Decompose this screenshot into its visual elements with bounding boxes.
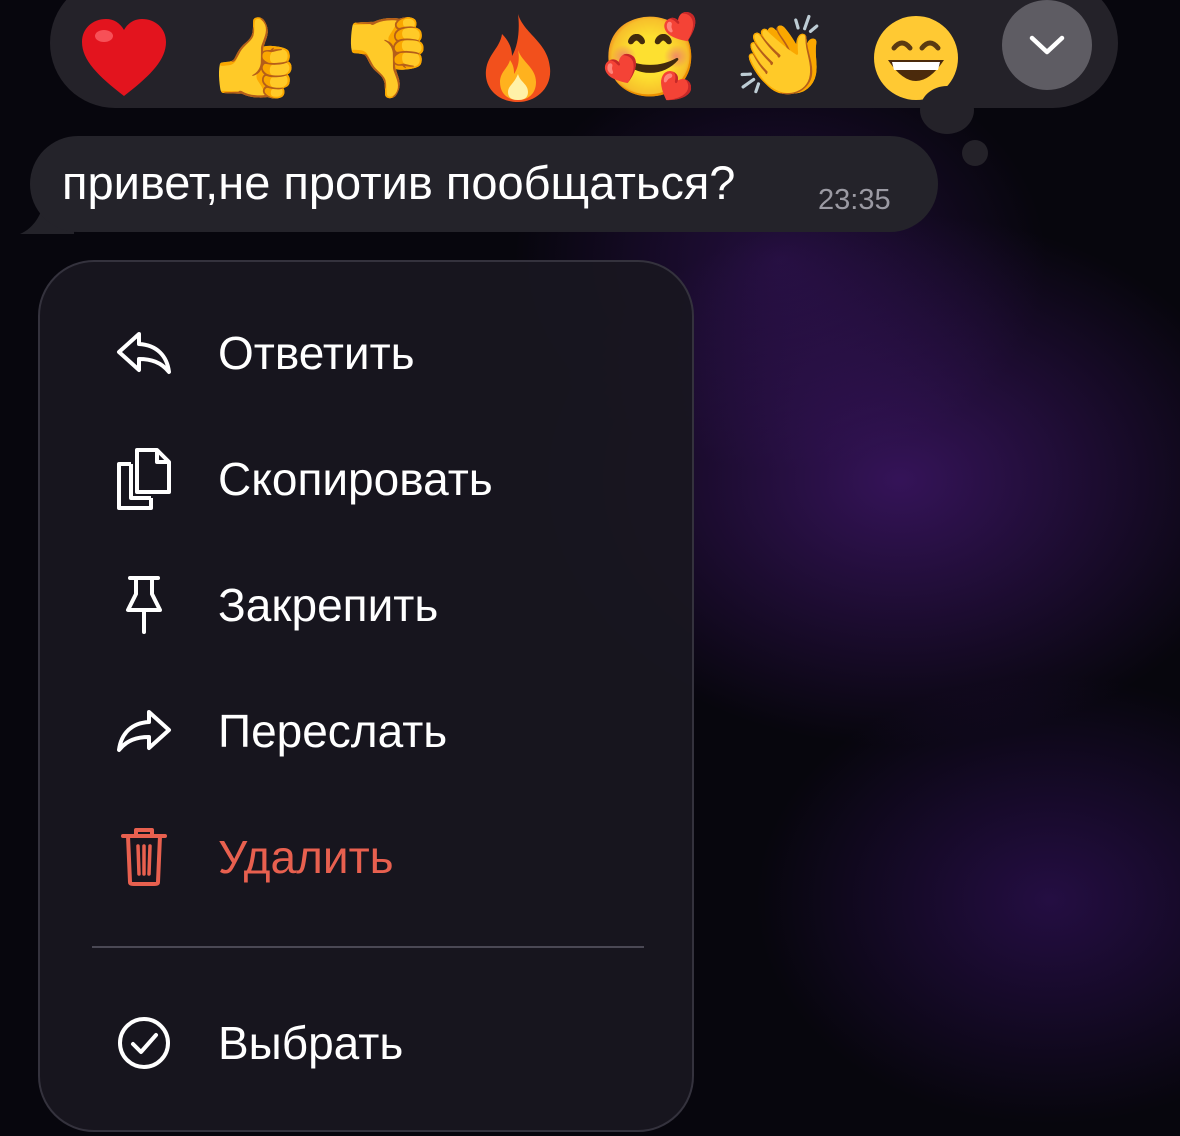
menu-item-copy[interactable]: Скопировать	[40, 424, 692, 534]
trash-icon	[112, 825, 176, 889]
menu-item-select-label: Выбрать	[218, 1017, 404, 1069]
menu-item-select[interactable]: Выбрать	[40, 988, 692, 1098]
heart-icon	[82, 19, 166, 96]
menu-item-reply-label: Ответить	[218, 327, 415, 379]
reactions-bubble-tail	[920, 86, 974, 134]
menu-item-forward-label: Переслать	[218, 705, 448, 757]
reply-icon	[112, 321, 176, 385]
message-text: привет,не против пообщаться?	[62, 156, 736, 209]
menu-item-delete-label: Удалить	[218, 831, 394, 883]
thumbs-up-icon: 👍	[205, 13, 303, 103]
menu-item-reply[interactable]: Ответить	[40, 298, 692, 408]
reaction-fire[interactable]	[466, 6, 570, 110]
menu-divider	[92, 946, 644, 948]
menu-item-delete[interactable]: Удалить	[40, 802, 692, 912]
reactions-bubble-tail-dot	[962, 140, 988, 166]
message-time: 23:35	[818, 184, 891, 216]
thumbs-down-icon: 👎	[337, 13, 435, 103]
context-menu: Ответить Скопировать Закрепить Переслать…	[38, 260, 694, 1132]
forward-icon	[112, 699, 176, 763]
chevron-down-icon	[1029, 35, 1065, 55]
clapping-hands-icon: 👏	[733, 13, 831, 103]
pin-icon	[112, 573, 176, 637]
reactions-expand-button[interactable]	[1002, 0, 1092, 90]
reaction-clapping-hands[interactable]: 👏	[730, 6, 834, 110]
smiling-face-with-hearts-icon: 🥰	[601, 13, 699, 103]
check-circle-icon	[112, 1011, 176, 1075]
reaction-thumbs-up[interactable]: 👍	[202, 6, 306, 110]
menu-item-copy-label: Скопировать	[218, 453, 493, 505]
copy-icon	[112, 447, 176, 511]
fire-icon	[485, 14, 551, 102]
menu-item-pin-label: Закрепить	[218, 579, 439, 631]
reaction-heart[interactable]	[72, 6, 176, 110]
menu-item-pin[interactable]: Закрепить	[40, 550, 692, 660]
reaction-thumbs-down[interactable]: 👎	[334, 6, 438, 110]
menu-item-forward[interactable]: Переслать	[40, 676, 692, 786]
reaction-smiling-face-with-hearts[interactable]: 🥰	[598, 6, 702, 110]
